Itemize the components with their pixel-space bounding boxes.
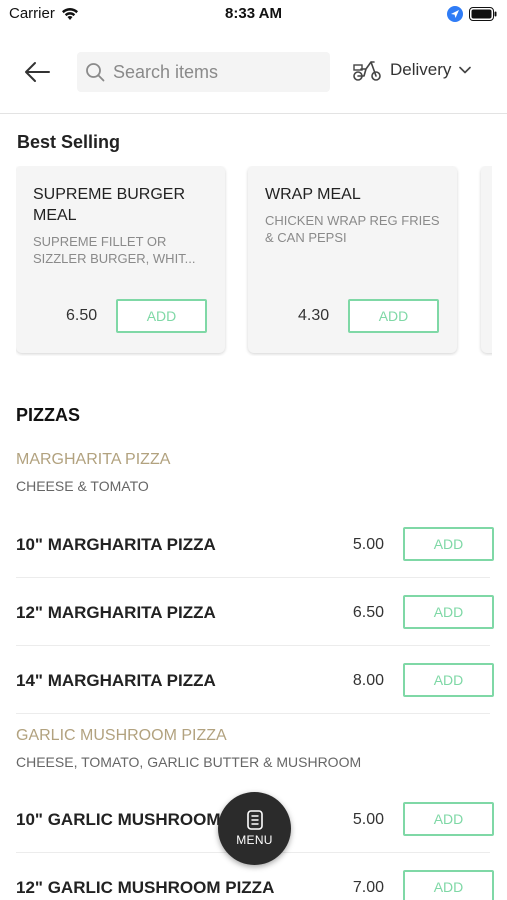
back-button[interactable] [20, 56, 54, 88]
menu-item-price: 8.00 [352, 672, 384, 689]
card-item-name: WRAP MEAL [265, 186, 361, 203]
delivery-label: Delivery [390, 60, 452, 79]
search-input[interactable] [113, 61, 313, 83]
scooter-icon [353, 61, 381, 81]
item-group-name: MARGHARITA PIZZA [16, 451, 171, 468]
menu-item-price: 6.50 [352, 604, 384, 621]
menu-item-row[interactable]: 10" MARGHARITA PIZZA 5.00 ADD [16, 527, 494, 595]
card-item-description: CHICKEN WRAP REG FRIES & CAN PEPSI [265, 213, 440, 245]
add-button[interactable]: ADD [403, 802, 494, 836]
best-selling-card[interactable]: WRAP MEAL CHICKEN WRAP REG FRIES & CAN P… [248, 166, 457, 353]
add-button[interactable]: ADD [403, 595, 494, 629]
menu-list-icon [246, 810, 263, 830]
add-button[interactable]: ADD [403, 663, 494, 697]
divider [16, 713, 490, 714]
best-selling-carousel[interactable]: SUPREME BURGER MEAL SUPREME FILLET OR SI… [16, 166, 492, 356]
battery-icon [469, 7, 497, 21]
card-item-price: 6.50 [66, 307, 98, 324]
category-title: PIZZAS [16, 405, 81, 425]
card-item-description: SUPREME FILLET OR SIZZLER BURGER, WHIT..… [33, 234, 196, 266]
chevron-down-icon [459, 66, 472, 74]
menu-item-row[interactable]: 12" GARLIC MUSHROOM PIZZA 7.00 ADD [16, 870, 494, 900]
menu-item-name: 12" MARGHARITA PIZZA [16, 603, 216, 622]
item-group-name: GARLIC MUSHROOM PIZZA [16, 727, 227, 744]
status-icons [447, 6, 497, 22]
menu-fab-button[interactable]: MENU [218, 792, 291, 865]
add-button[interactable]: ADD [403, 870, 494, 900]
status-bar: Carrier 8:33 AM [0, 0, 507, 30]
search-box[interactable] [77, 52, 330, 92]
menu-item-price: 5.00 [352, 536, 384, 553]
best-selling-card[interactable]: SUPREME BURGER MEAL SUPREME FILLET OR SI… [16, 166, 225, 353]
divider [16, 645, 490, 646]
card-item-price: 4.30 [298, 307, 330, 324]
search-icon [86, 63, 105, 82]
add-button[interactable]: ADD [348, 299, 439, 333]
item-group-description: CHEESE, TOMATO, GARLIC BUTTER & MUSHROOM [16, 754, 362, 770]
best-selling-title: Best Selling [17, 132, 121, 152]
item-group-description: CHEESE & TOMATO [16, 478, 149, 494]
divider [16, 577, 490, 578]
card-item-name: SUPREME BURGER MEAL [33, 186, 186, 224]
menu-item-row[interactable]: 12" MARGHARITA PIZZA 6.50 ADD [16, 595, 494, 663]
arrow-left-icon [25, 62, 50, 82]
menu-fab-label: MENU [236, 833, 273, 847]
menu-item-name: 14" MARGHARITA PIZZA [16, 671, 216, 690]
menu-item-price: 5.00 [352, 811, 384, 828]
delivery-selector[interactable]: Delivery [352, 58, 472, 82]
add-button[interactable]: ADD [403, 527, 494, 561]
status-time: 8:33 AM [225, 5, 282, 22]
location-arrow-icon [447, 6, 463, 22]
add-button[interactable]: ADD [116, 299, 207, 333]
menu-item-row[interactable]: 14" MARGHARITA PIZZA 8.00 ADD [16, 663, 494, 731]
menu-item-price: 7.00 [352, 879, 384, 896]
header-bar: Delivery [0, 44, 507, 114]
menu-item-name: 12" GARLIC MUSHROOM PIZZA [16, 878, 275, 897]
menu-item-name: 10" MARGHARITA PIZZA [16, 535, 216, 554]
best-selling-card-next[interactable] [481, 166, 492, 353]
